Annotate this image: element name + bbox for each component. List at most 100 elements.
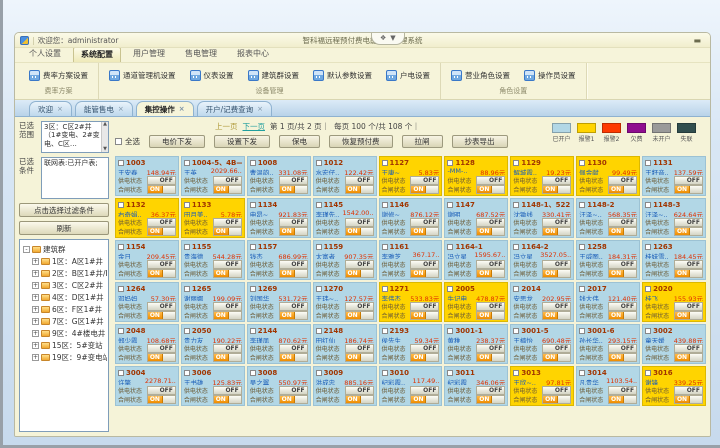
breaker-toggle[interactable]: ON <box>608 311 637 320</box>
tab-close-icon[interactable]: × <box>57 105 63 113</box>
supply-toggle[interactable]: OFF <box>542 176 571 185</box>
supply-toggle[interactable]: OFF <box>476 386 505 395</box>
room-card[interactable]: 1003王安春148.94元供电状态OFF合闸状态ON <box>115 156 179 196</box>
room-card[interactable]: 1258王威图..184.31元供电状态OFF合闸状态ON <box>576 240 640 280</box>
room-card[interactable]: 1128-MM-..88.96元供电状态OFF合闸状态ON <box>444 156 508 196</box>
room-checkbox[interactable] <box>184 370 190 376</box>
room-checkbox[interactable] <box>184 244 190 250</box>
expand-icon[interactable]: + <box>32 318 39 325</box>
room-checkbox[interactable] <box>184 202 190 208</box>
room-card[interactable]: 1155贵海德544.28元供电状态OFF合闸状态ON <box>181 240 245 280</box>
expand-icon[interactable]: + <box>32 294 39 301</box>
room-checkbox[interactable] <box>513 328 519 334</box>
breaker-toggle[interactable]: ON <box>674 185 703 194</box>
room-checkbox[interactable] <box>447 328 453 334</box>
supply-toggle[interactable]: OFF <box>279 260 308 269</box>
room-checkbox[interactable] <box>447 370 453 376</box>
breaker-toggle[interactable]: ON <box>279 353 308 362</box>
scroll-down-icon[interactable]: ▼ <box>103 147 107 152</box>
breaker-toggle[interactable]: ON <box>608 227 637 236</box>
supply-toggle[interactable]: OFF <box>410 260 439 269</box>
room-card[interactable]: 1157钱杰686.99元供电状态OFF合闸状态ON <box>247 240 311 280</box>
room-card[interactable]: 1008曹温韵..331.08元供电状态OFF合闸状态ON <box>247 156 311 196</box>
room-checkbox[interactable] <box>250 202 256 208</box>
supply-toggle[interactable]: OFF <box>608 344 637 353</box>
supply-toggle[interactable]: OFF <box>476 302 505 311</box>
supply-toggle[interactable]: OFF <box>608 386 637 395</box>
scrollbar[interactable]: ▲ ▼ <box>101 122 108 152</box>
room-checkbox[interactable] <box>645 370 651 376</box>
supply-toggle[interactable]: OFF <box>542 386 571 395</box>
room-card[interactable]: 2017钱大伟121.40元供电状态OFF合闸状态ON <box>576 282 640 322</box>
scroll-up-icon[interactable]: ▲ <box>103 122 107 127</box>
room-card[interactable]: 1130佩金献99.49元供电状态OFF合闸状态ON <box>576 156 640 196</box>
menu-item-个人设置[interactable]: 个人设置 <box>21 46 69 62</box>
breaker-toggle[interactable]: ON <box>608 269 637 278</box>
room-card[interactable]: 1264邓妈妈57.30元供电状态OFF合闸状态ON <box>115 282 179 322</box>
room-checkbox[interactable] <box>250 286 256 292</box>
room-checkbox[interactable] <box>382 370 388 376</box>
room-card[interactable]: 1012水宏仔..122.42元供电状态OFF合闸状态ON <box>313 156 377 196</box>
supply-toggle[interactable]: OFF <box>279 386 308 395</box>
breaker-toggle[interactable]: ON <box>345 311 374 320</box>
room-checkbox[interactable] <box>250 160 256 166</box>
supply-toggle[interactable]: OFF <box>147 344 176 353</box>
room-card[interactable]: 1154金日209.45元供电状态OFF合闸状态ON <box>115 240 179 280</box>
select-all[interactable]: 全选 <box>115 136 140 147</box>
supply-toggle[interactable]: OFF <box>345 344 374 353</box>
breaker-toggle[interactable]: ON <box>147 227 176 236</box>
breaker-toggle[interactable]: ON <box>410 311 439 320</box>
room-card[interactable]: 1269刘国华531.72元供电状态OFF合闸状态ON <box>247 282 311 322</box>
tree-node[interactable]: +9区：4#楼电井（4#楼 <box>23 327 107 339</box>
room-card[interactable]: 1129解城霞..19.23元供电状态OFF合闸状态ON <box>510 156 574 196</box>
room-card[interactable]: 1270王玮~..127.57元供电状态OFF合闸状态ON <box>313 282 377 322</box>
supply-toggle[interactable]: OFF <box>213 218 242 227</box>
tab[interactable]: 欢迎× <box>29 101 72 116</box>
room-card[interactable]: 1134申昂~921.83元供电状态OFF合闸状态ON <box>247 198 311 238</box>
menu-item-报表中心[interactable]: 报表中心 <box>229 46 277 62</box>
room-card[interactable]: 2020桂飞155.93元供电状态OFF合闸状态ON <box>642 282 706 322</box>
supply-toggle[interactable]: OFF <box>345 176 374 185</box>
room-card[interactable]: 3011纪彩霞346.06元供电状态OFF合闸状态ON <box>444 366 508 406</box>
room-card[interactable]: 3006王书雄125.83元供电状态OFF合闸状态ON <box>181 366 245 406</box>
room-checkbox[interactable] <box>579 160 585 166</box>
room-card[interactable]: 1146谢修~876.12元供电状态OFF合闸状态ON <box>379 198 443 238</box>
breaker-toggle[interactable]: ON <box>608 395 637 404</box>
room-checkbox[interactable] <box>382 160 388 166</box>
supply-toggle[interactable]: OFF <box>213 176 242 185</box>
room-card[interactable]: 3009洪成忠885.16元供电状态OFF合闸状态ON <box>313 366 377 406</box>
breaker-toggle[interactable]: ON <box>345 395 374 404</box>
expand-icon[interactable]: + <box>32 354 39 361</box>
ribbon-button[interactable]: 建筑群设置 <box>244 67 304 84</box>
room-checkbox[interactable] <box>118 202 124 208</box>
breaker-toggle[interactable]: ON <box>674 269 703 278</box>
room-card[interactable]: 3008吴之翼550.97元供电状态OFF合闸状态ON <box>247 366 311 406</box>
breaker-toggle[interactable]: ON <box>476 395 505 404</box>
room-checkbox[interactable] <box>184 160 190 166</box>
breaker-toggle[interactable]: ON <box>542 227 571 236</box>
tree-root[interactable]: -建筑群 <box>23 243 107 255</box>
breaker-toggle[interactable]: ON <box>147 269 176 278</box>
room-checkbox[interactable] <box>579 370 585 376</box>
room-checkbox[interactable] <box>447 202 453 208</box>
breaker-toggle[interactable]: ON <box>674 353 703 362</box>
room-checkbox[interactable] <box>382 328 388 334</box>
room-checkbox[interactable] <box>645 328 651 334</box>
chevron-down-icon[interactable]: ▼ <box>390 35 395 42</box>
supply-toggle[interactable]: OFF <box>279 176 308 185</box>
room-card[interactable]: 1148-3汪泽~..624.64元供电状态OFF合闸状态ON <box>642 198 706 238</box>
supply-toggle[interactable]: OFF <box>476 344 505 353</box>
room-card[interactable]: 2048郑少霞108.68元供电状态OFF合闸状态ON <box>115 324 179 364</box>
breaker-toggle[interactable]: ON <box>213 311 242 320</box>
menu-item-用户管理[interactable]: 用户管理 <box>125 46 173 62</box>
supply-toggle[interactable]: OFF <box>410 386 439 395</box>
room-checkbox[interactable] <box>579 244 585 250</box>
room-card[interactable]: 3014凡贵华1103.54..供电状态OFF合闸状态ON <box>576 366 640 406</box>
room-checkbox[interactable] <box>645 202 651 208</box>
skin-icon[interactable]: ❖ <box>380 35 386 42</box>
supply-toggle[interactable]: OFF <box>345 260 374 269</box>
menu-item-系统配置[interactable]: 系统配置 <box>73 47 121 62</box>
room-checkbox[interactable] <box>579 286 585 292</box>
room-card[interactable]: 1132右奇娟..36.37元供电状态OFF合闸状态ON <box>115 198 179 238</box>
action-button-保电[interactable]: 保电 <box>279 135 320 148</box>
